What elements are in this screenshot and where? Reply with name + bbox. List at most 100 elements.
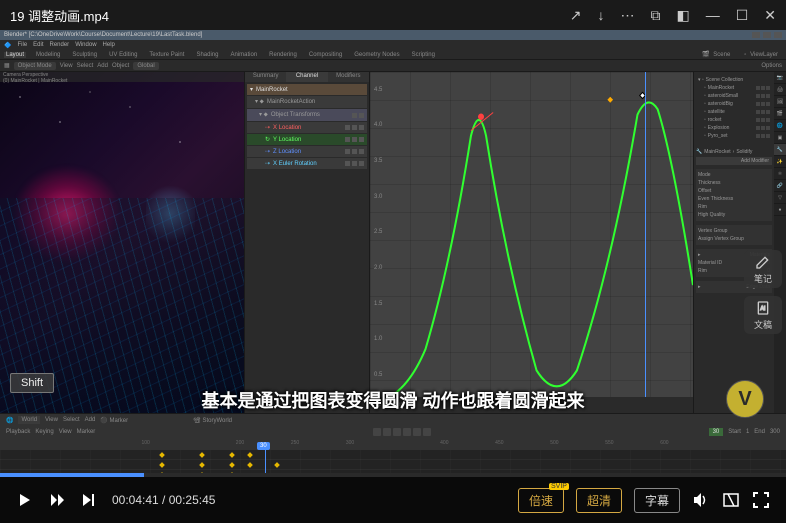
channel-transforms[interactable]: ▾ ⬥ Object Transforms <box>247 109 367 121</box>
toolbar-object[interactable]: Object <box>112 63 129 69</box>
channel-x-euler[interactable]: ⇢ X Euler Rotation <box>247 158 367 169</box>
outliner-item[interactable]: ▫ rocket <box>698 116 770 124</box>
props-tab-modifier[interactable]: 🔧 <box>774 144 786 156</box>
world-dropdown[interactable]: World <box>18 416 40 424</box>
timeline-add[interactable]: Add <box>85 417 96 423</box>
fullscreen-button[interactable] <box>752 491 770 509</box>
jump-start-icon[interactable] <box>373 428 381 436</box>
pip-icon[interactable]: ⧉ <box>650 7 660 24</box>
viewlayer-field[interactable]: ▫ ViewLayer <box>742 52 782 58</box>
volume-button[interactable] <box>692 491 710 509</box>
keyframe[interactable] <box>199 452 205 458</box>
tab-animation[interactable]: Animation <box>228 52 259 58</box>
dock-icon[interactable]: ◧ <box>676 7 689 24</box>
props-tab-world[interactable]: 🌐 <box>774 120 786 132</box>
props-tab-physics[interactable]: ⚛ <box>774 168 786 180</box>
toolbar-view[interactable]: View <box>60 63 73 69</box>
skip-button[interactable] <box>80 491 98 509</box>
toolbar-options[interactable]: Options <box>761 63 782 69</box>
mode-dropdown[interactable]: Object Mode <box>14 62 56 70</box>
menu-file[interactable]: File <box>17 42 27 48</box>
transcript-button[interactable]: AI 文稿 <box>744 296 782 334</box>
maximize-icon[interactable]: ☐ <box>736 7 749 24</box>
viewport-3d[interactable]: Camera Perspective (0) MainRocket | Main… <box>0 72 245 413</box>
close-icon[interactable]: ✕ <box>764 7 776 24</box>
channel-action[interactable]: ▾ ⬥ MainRocketAction <box>247 96 367 108</box>
keyframe[interactable] <box>229 462 235 468</box>
add-modifier-button[interactable]: Add Modifier <box>696 157 772 165</box>
keyframe[interactable] <box>247 462 253 468</box>
start-frame[interactable]: 1 <box>746 429 749 435</box>
minimize-icon[interactable]: — <box>706 7 720 23</box>
frame-current[interactable]: 30 <box>709 428 724 436</box>
timeline-view2[interactable]: View <box>59 429 72 435</box>
outliner-item[interactable]: ▫ Pyro_set <box>698 132 770 140</box>
share-icon[interactable]: ↗ <box>570 7 582 24</box>
more-icon[interactable]: ⋯ <box>620 7 634 24</box>
outliner-scene-collection[interactable]: ▾ ▫ Scene Collection <box>698 76 770 84</box>
tab-rendering[interactable]: Rendering <box>267 52 299 58</box>
channel-y-location[interactable]: ↻ Y Location <box>247 134 367 145</box>
menu-help[interactable]: Help <box>103 42 115 48</box>
jump-end-icon[interactable] <box>423 428 431 436</box>
props-tab-mesh[interactable]: ▽ <box>774 192 786 204</box>
props-tab-scene[interactable]: 🎬 <box>774 108 786 120</box>
notes-button[interactable]: 笔记 <box>744 250 782 288</box>
outliner-item[interactable]: ▫ satellite <box>698 108 770 116</box>
menu-window[interactable]: Window <box>75 42 96 48</box>
toolbar-select[interactable]: Select <box>77 63 94 69</box>
tab-compositing[interactable]: Compositing <box>307 52 344 58</box>
next-key-icon[interactable] <box>413 428 421 436</box>
scene-field[interactable]: 🎬 Scene <box>700 51 734 58</box>
channel-root[interactable]: ▾ MainRocket <box>247 84 367 95</box>
props-tab-view[interactable]: 🖼 <box>774 96 786 108</box>
graph-playhead[interactable] <box>645 72 646 397</box>
download-icon[interactable]: ↓ <box>597 7 604 23</box>
playback-menu[interactable]: Playback <box>6 429 30 435</box>
play-button[interactable] <box>16 491 34 509</box>
timeline-marker2[interactable]: Marker <box>77 429 96 435</box>
outliner-item[interactable]: ▫ asteroidSmall <box>698 92 770 100</box>
prev-key-icon[interactable] <box>383 428 391 436</box>
end-frame[interactable]: 300 <box>770 429 780 435</box>
tab-layout[interactable]: Layout <box>4 52 26 58</box>
play-icon[interactable] <box>403 428 411 436</box>
settings-button[interactable] <box>722 491 740 509</box>
play-reverse-icon[interactable] <box>393 428 401 436</box>
next-button[interactable] <box>48 491 66 509</box>
keyframe[interactable] <box>274 462 280 468</box>
tab-scripting[interactable]: Scripting <box>410 52 437 58</box>
timeline-view[interactable]: View <box>45 417 58 423</box>
props-tab-output[interactable]: 🖨 <box>774 84 786 96</box>
toolbar-add[interactable]: Add <box>97 63 108 69</box>
channels-tab-modifiers[interactable]: Modifiers <box>328 72 369 82</box>
orientation-dropdown[interactable]: Global <box>133 62 158 70</box>
tab-shading[interactable]: Shading <box>194 52 220 58</box>
keyframe[interactable] <box>247 452 253 458</box>
channels-tab-summary[interactable]: Summary <box>245 72 286 82</box>
tab-uv[interactable]: UV Editing <box>107 52 139 58</box>
progress-track[interactable] <box>0 473 786 477</box>
tab-texture[interactable]: Texture Paint <box>147 52 186 58</box>
keyframe[interactable] <box>159 462 165 468</box>
speed-button[interactable]: 倍速 SVIP <box>518 488 564 513</box>
channels-tab-channel[interactable]: Channel <box>286 72 327 82</box>
outliner-item[interactable]: ▫ asteroidBig <box>698 100 770 108</box>
props-tab-particle[interactable]: ✨ <box>774 156 786 168</box>
timeline-ruler[interactable]: 100 200 250 300 400 450 500 550 600 <box>0 438 786 450</box>
tab-sculpting[interactable]: Sculpting <box>70 52 99 58</box>
props-tab-object[interactable]: ▣ <box>774 132 786 144</box>
menu-edit[interactable]: Edit <box>33 42 43 48</box>
graph-editor[interactable]: 4.5 4.0 3.5 3.0 2.5 2.0 1.5 1.0 0.5 ▸ F- <box>370 72 694 413</box>
timeline-select[interactable]: Select <box>63 417 80 423</box>
timeline-marker[interactable]: Marker <box>109 418 128 424</box>
tab-geonodes[interactable]: Geometry Nodes <box>352 52 401 58</box>
keyframe[interactable] <box>159 452 165 458</box>
tab-modeling[interactable]: Modeling <box>34 52 62 58</box>
keyframe[interactable] <box>199 462 205 468</box>
props-tab-constraint[interactable]: 🔗 <box>774 180 786 192</box>
quality-button[interactable]: 超清 <box>576 488 622 513</box>
caption-button[interactable]: 字幕 <box>634 488 680 513</box>
outliner-item[interactable]: ▫ Explosion <box>698 124 770 132</box>
outliner-item[interactable]: ▫ MainRocket <box>698 84 770 92</box>
